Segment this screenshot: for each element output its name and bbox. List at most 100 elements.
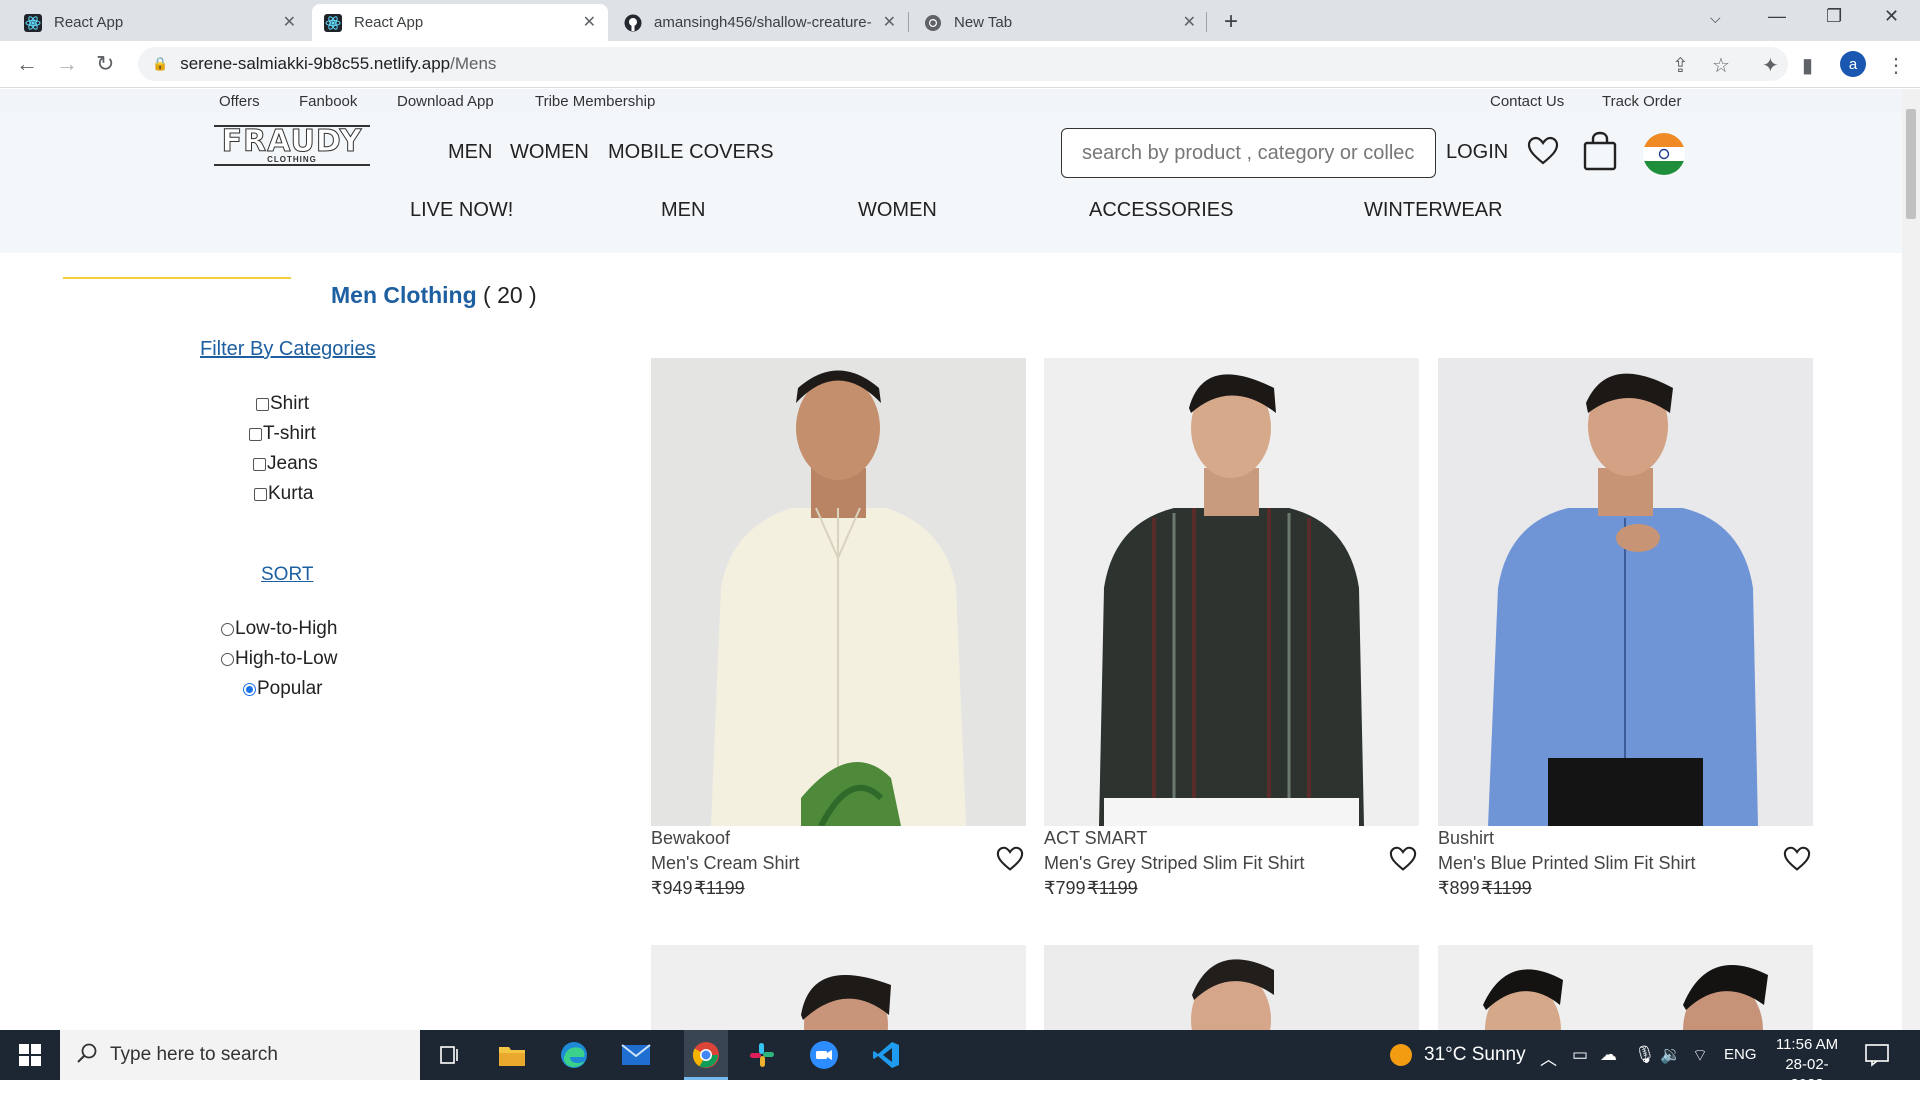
product-card[interactable]	[1438, 945, 1813, 1030]
checkbox[interactable]	[254, 487, 267, 501]
fraudy-logo[interactable]: FRAUDY CLOTHING	[214, 125, 370, 175]
url-omnibox[interactable]: 🔒 serene-salmiakki-9b8c55.netlify.app/Me…	[138, 47, 1788, 81]
filter-shirt[interactable]: Shirt	[256, 393, 309, 415]
new-tab-plus-icon[interactable]: +	[1224, 8, 1238, 36]
product-card[interactable]: Bewakoof Men's Cream Shirt ₹949 ₹1199	[651, 358, 1026, 901]
volume-icon[interactable]: 🔉	[1660, 1045, 1681, 1065]
product-card[interactable]: Bushirt Men's Blue Printed Slim Fit Shir…	[1438, 358, 1813, 901]
product-image[interactable]	[651, 945, 1026, 1030]
back-arrow-icon[interactable]: ←	[16, 51, 38, 77]
cat-accessories[interactable]: ACCESSORIES	[1089, 199, 1233, 222]
sort-label: Low-to-High	[235, 618, 338, 639]
india-flag-icon[interactable]	[1643, 133, 1685, 180]
close-tab-icon[interactable]: ✕	[583, 12, 596, 32]
page-title-text: Men Clothing	[331, 282, 477, 308]
edge-browser-icon[interactable]	[558, 1039, 590, 1071]
extensions-puzzle-icon[interactable]: ✦	[1762, 53, 1779, 78]
download-app-link[interactable]: Download App	[397, 93, 494, 110]
product-card[interactable]	[1044, 945, 1419, 1030]
close-tab-icon[interactable]: ✕	[283, 12, 296, 32]
nav-women[interactable]: WOMEN	[510, 141, 589, 164]
product-image[interactable]	[1438, 945, 1813, 1030]
browser-tab-3[interactable]: amansingh456/shallow-creature- ✕	[612, 4, 908, 41]
vscode-icon[interactable]	[870, 1039, 902, 1071]
bookmark-star-icon[interactable]: ☆	[1712, 53, 1730, 78]
language-indicator[interactable]: ENG	[1724, 1046, 1757, 1063]
product-image[interactable]	[1438, 358, 1813, 826]
cat-men[interactable]: MEN	[661, 199, 705, 222]
search-input[interactable]: search by product , category or collec	[1061, 128, 1436, 178]
wifi-icon[interactable]: ⌔	[1692, 1045, 1708, 1066]
browser-tab-4[interactable]: New Tab ✕	[912, 4, 1208, 41]
browser-tab-1[interactable]: React App ✕	[12, 4, 308, 41]
onedrive-cloud-icon[interactable]: ☁	[1600, 1045, 1617, 1065]
restore-icon[interactable]: ❐	[1826, 6, 1842, 27]
wishlist-heart-icon[interactable]	[1527, 136, 1559, 171]
chrome-menu-icon[interactable]: ⋮	[1886, 53, 1906, 78]
file-explorer-icon[interactable]	[496, 1039, 528, 1071]
mail-icon[interactable]	[620, 1039, 652, 1071]
notifications-icon[interactable]	[1864, 1043, 1890, 1072]
task-view-icon[interactable]	[434, 1039, 466, 1071]
scrollbar-thumb[interactable]	[1906, 109, 1916, 219]
shopping-bag-icon[interactable]	[1582, 131, 1618, 176]
sort-high-to-low[interactable]: High-to-Low	[221, 648, 337, 670]
side-panel-icon[interactable]: ▮	[1802, 53, 1813, 78]
radio-selected[interactable]	[243, 682, 256, 696]
login-button[interactable]: LOGIN	[1446, 141, 1508, 164]
product-image[interactable]	[651, 358, 1026, 826]
offers-link[interactable]: Offers	[219, 93, 260, 110]
close-tab-icon[interactable]: ✕	[883, 12, 896, 32]
zoom-icon[interactable]	[808, 1039, 840, 1071]
checkbox[interactable]	[253, 457, 266, 471]
radio[interactable]	[221, 622, 234, 636]
track-order-link[interactable]: Track Order	[1602, 93, 1681, 110]
battery-icon[interactable]: ▭	[1572, 1045, 1588, 1065]
window-close-icon[interactable]: ✕	[1884, 6, 1899, 27]
chrome-taskbar-icon[interactable]	[684, 1030, 728, 1080]
filter-kurta[interactable]: Kurta	[254, 483, 313, 505]
sort-popular[interactable]: Popular	[243, 678, 323, 700]
wishlist-heart-icon[interactable]	[1389, 846, 1417, 879]
chrome-icon	[924, 14, 942, 32]
forward-arrow-icon[interactable]: →	[56, 51, 78, 77]
cat-winterwear[interactable]: WINTERWEAR	[1364, 199, 1503, 222]
tribe-membership-link[interactable]: Tribe Membership	[535, 93, 655, 110]
checkbox[interactable]	[249, 427, 262, 441]
contact-us-link[interactable]: Contact Us	[1490, 93, 1564, 110]
taskbar-search[interactable]: Type here to search	[60, 1030, 420, 1080]
windows-start-icon[interactable]	[14, 1039, 46, 1071]
show-hidden-icons-chevron-icon[interactable]: ︿	[1540, 1045, 1557, 1070]
sort-low-to-high[interactable]: Low-to-High	[221, 618, 337, 640]
product-card[interactable]: ACT SMART Men's Grey Striped Slim Fit Sh…	[1044, 358, 1419, 901]
nav-men[interactable]: MEN	[448, 141, 492, 164]
slack-icon[interactable]	[746, 1039, 778, 1071]
filter-tshirt[interactable]: T-shirt	[249, 423, 316, 445]
wishlist-heart-icon[interactable]	[996, 846, 1024, 879]
weather-sun-icon[interactable]	[1388, 1042, 1414, 1073]
minimize-icon[interactable]: —	[1768, 6, 1786, 27]
product-image[interactable]	[1044, 358, 1419, 826]
radio[interactable]	[221, 652, 234, 666]
product-info: Bewakoof Men's Cream Shirt ₹949 ₹1199	[651, 826, 1026, 901]
product-card[interactable]	[651, 945, 1026, 1030]
product-price: ₹949	[651, 878, 693, 898]
browser-tab-2[interactable]: React App ✕	[312, 4, 608, 41]
microphone-icon[interactable]: 🎙	[1634, 1045, 1656, 1065]
wishlist-heart-icon[interactable]	[1783, 846, 1811, 879]
cat-women[interactable]: WOMEN	[858, 199, 937, 222]
weather-text[interactable]: 31°C Sunny	[1424, 1044, 1526, 1066]
nav-mobile-covers[interactable]: MOBILE COVERS	[608, 141, 774, 164]
reload-icon[interactable]: ↻	[96, 51, 114, 77]
fanbook-link[interactable]: Fanbook	[299, 93, 357, 110]
share-icon[interactable]: ⇪	[1672, 53, 1689, 78]
page-scrollbar[interactable]	[1902, 89, 1920, 1030]
close-tab-icon[interactable]: ✕	[1183, 12, 1196, 32]
cat-live-now[interactable]: LIVE NOW!	[410, 199, 513, 222]
filter-jeans[interactable]: Jeans	[253, 453, 318, 475]
product-image[interactable]	[1044, 945, 1419, 1030]
profile-avatar[interactable]: a	[1840, 51, 1866, 77]
tab-search-chevron-icon[interactable]: ⌵	[1710, 10, 1721, 27]
clock[interactable]: 11:56 AM 28-02-2023	[1770, 1035, 1844, 1095]
checkbox[interactable]	[256, 397, 269, 411]
